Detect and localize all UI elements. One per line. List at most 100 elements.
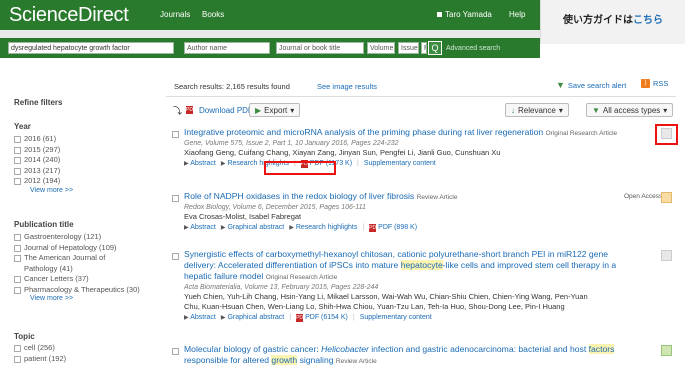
nav-books[interactable]: Books bbox=[202, 10, 224, 19]
checkbox[interactable] bbox=[14, 276, 21, 283]
pdf-link[interactable]: PDFPDF (6154 K) bbox=[296, 312, 348, 324]
filter-label: Pathology (41) bbox=[24, 263, 73, 273]
highlighted-term[interactable]: factors bbox=[588, 344, 615, 354]
checkbox[interactable] bbox=[14, 167, 21, 175]
filter-label: 2012 (194) bbox=[24, 176, 61, 185]
graphical-abstract-link[interactable]: ▶ Graphical abstract bbox=[221, 222, 284, 234]
help-link[interactable]: Help bbox=[509, 10, 525, 19]
filter-label: cell (256) bbox=[24, 343, 55, 352]
publication-filter-item[interactable]: Gastroenterology (121) bbox=[14, 232, 164, 243]
author-field[interactable]: Author name bbox=[184, 42, 270, 54]
advanced-search-link[interactable]: Advanced search bbox=[446, 45, 500, 52]
filter-label: Cancer Letters (37) bbox=[24, 274, 89, 283]
checkbox[interactable] bbox=[14, 146, 21, 154]
preview-thumbnail[interactable] bbox=[661, 345, 672, 356]
topic-filter-item[interactable]: cell (256) bbox=[14, 343, 66, 354]
download-icon: ⤵ bbox=[173, 105, 183, 116]
year-filter-item[interactable]: 2014 (240) bbox=[14, 155, 73, 166]
supplementary-link[interactable]: Supplementary content bbox=[360, 312, 432, 324]
title-text[interactable]: -like cells and improved stem cell thera… bbox=[443, 260, 616, 270]
sort-relevance-dropdown[interactable]: ↓ Relevance ▾ bbox=[505, 103, 569, 117]
publication-filter-item[interactable]: Pharmacology & Therapeutics (30) bbox=[14, 285, 164, 296]
pdf-icon: PDF bbox=[186, 106, 197, 114]
download-pdfs-button[interactable]: ⤵ PDF Download PDFs bbox=[173, 103, 257, 117]
triangle-icon: ▶ bbox=[184, 315, 189, 321]
checkbox[interactable] bbox=[14, 355, 21, 363]
result-title[interactable]: Role of NADPH oxidases in the redox biol… bbox=[184, 191, 672, 203]
checkbox[interactable] bbox=[14, 286, 21, 294]
preview-thumbnail[interactable] bbox=[661, 250, 672, 261]
title-text[interactable]: infection and gastric adenocarcinoma: ba… bbox=[369, 344, 589, 354]
highlighted-term[interactable]: growth bbox=[271, 355, 298, 365]
save-search-alert[interactable]: ▼ Save search alert bbox=[556, 80, 626, 90]
pdf-link[interactable]: PDFPDF (898 K) bbox=[369, 222, 417, 234]
supplementary-link[interactable]: Supplementary content bbox=[364, 158, 436, 170]
highlighted-term[interactable]: hepatocyte bbox=[400, 260, 443, 270]
select-checkbox[interactable] bbox=[172, 131, 179, 138]
export-button[interactable]: ▶ Export ▾ bbox=[249, 103, 301, 117]
abstract-link[interactable]: ▶ Abstract bbox=[184, 312, 216, 324]
title-text[interactable]: hepatic failure model bbox=[184, 271, 263, 281]
title-text[interactable]: delivery: Accelerated differentiation of… bbox=[184, 260, 401, 270]
filter-label: Pharmacology & Therapeutics (30) bbox=[24, 284, 140, 294]
title-text[interactable]: signaling bbox=[297, 355, 334, 365]
article-type: Original Research Article bbox=[545, 130, 618, 137]
search-button[interactable]: Q bbox=[428, 41, 442, 55]
sciencedirect-logo[interactable]: ScienceDirect bbox=[9, 4, 129, 27]
select-checkbox[interactable] bbox=[172, 253, 179, 260]
checkbox[interactable] bbox=[14, 244, 21, 252]
result-authors: Eva Crosas-Molist, Isabel Fabregat bbox=[184, 212, 302, 221]
journal-field[interactable]: Journal or book title bbox=[276, 42, 364, 54]
user-menu[interactable]: Taro Yamada bbox=[437, 10, 492, 19]
abstract-link[interactable]: ▶ Abstract bbox=[184, 158, 216, 170]
pdf-icon: PDF bbox=[369, 224, 380, 232]
title-text[interactable]: responsible for altered bbox=[184, 355, 271, 365]
nav-journals[interactable]: Journals bbox=[160, 10, 190, 19]
result-title[interactable]: Synergistic effects of carboxymethyl-hex… bbox=[184, 249, 672, 283]
access-type-dropdown[interactable]: ▼ All access types ▾ bbox=[586, 103, 674, 117]
divider bbox=[166, 96, 676, 97]
result-title[interactable]: Molecular biology of gastric cancer: Hel… bbox=[184, 344, 672, 367]
checkbox[interactable] bbox=[14, 345, 21, 352]
filter-label: Gastroenterology (121) bbox=[24, 232, 102, 241]
rss-link[interactable]: ) RSS bbox=[641, 79, 668, 88]
publication-filter-item[interactable]: Journal of Hepatology (109) bbox=[14, 243, 164, 254]
title-text[interactable]: Integrative proteomic and microRNA analy… bbox=[184, 127, 543, 137]
guide-banner[interactable]: 使い方ガイドは こちら bbox=[540, 0, 685, 44]
checkbox[interactable] bbox=[14, 136, 21, 143]
publication-filter-item[interactable]: The American Journal of bbox=[14, 253, 164, 264]
year-filter-item[interactable]: 2015 (297) bbox=[14, 145, 73, 156]
year-filter-item[interactable]: 2016 (61) bbox=[14, 134, 73, 145]
volume-field[interactable]: Volume bbox=[367, 42, 395, 54]
view-more-publications[interactable]: View more >> bbox=[14, 295, 164, 302]
checkbox[interactable] bbox=[14, 255, 21, 262]
user-icon bbox=[437, 12, 442, 17]
year-filter-item[interactable]: 2013 (217) bbox=[14, 166, 73, 177]
select-checkbox[interactable] bbox=[172, 195, 179, 202]
issue-field[interactable]: Issue bbox=[398, 42, 419, 54]
abstract-link[interactable]: ▶ Abstract bbox=[184, 222, 216, 234]
view-more-years[interactable]: View more >> bbox=[14, 187, 73, 194]
see-image-results-link[interactable]: See image results bbox=[317, 82, 377, 91]
year-filter-item[interactable]: 2012 (194) bbox=[14, 176, 73, 187]
title-text[interactable]: Synergistic effects of carboxymethyl-hex… bbox=[184, 249, 608, 259]
checkbox[interactable] bbox=[14, 234, 21, 241]
graphical-abstract-link[interactable]: ▶ Graphical abstract bbox=[221, 312, 284, 324]
publication-filter-item[interactable]: Cancer Letters (37) bbox=[14, 274, 164, 285]
title-text[interactable]: Role of NADPH oxidases in the redox biol… bbox=[184, 191, 414, 201]
select-checkbox[interactable] bbox=[172, 348, 179, 355]
title-text[interactable]: Helicobacter bbox=[321, 344, 369, 354]
search-input[interactable]: dysregulated hepatocyte growth factor bbox=[8, 42, 174, 54]
title-text[interactable]: Molecular biology of gastric cancer: bbox=[184, 344, 321, 354]
article-type: Review Article bbox=[335, 358, 377, 365]
checkbox[interactable] bbox=[14, 178, 21, 185]
guide-link[interactable]: こちら bbox=[633, 11, 663, 26]
checkbox[interactable] bbox=[14, 157, 21, 164]
annotation-highlight-box bbox=[264, 161, 336, 175]
export-label: Export bbox=[264, 105, 288, 115]
topic-filter-item[interactable]: patient (192) bbox=[14, 354, 66, 365]
result-links: ▶ Abstract ▶ Graphical abstract ▶ Resear… bbox=[184, 222, 672, 234]
result-title[interactable]: Integrative proteomic and microRNA analy… bbox=[184, 127, 672, 139]
page-field[interactable]: Page bbox=[421, 42, 427, 54]
research-highlights-link[interactable]: ▶ Research highlights bbox=[289, 222, 357, 234]
